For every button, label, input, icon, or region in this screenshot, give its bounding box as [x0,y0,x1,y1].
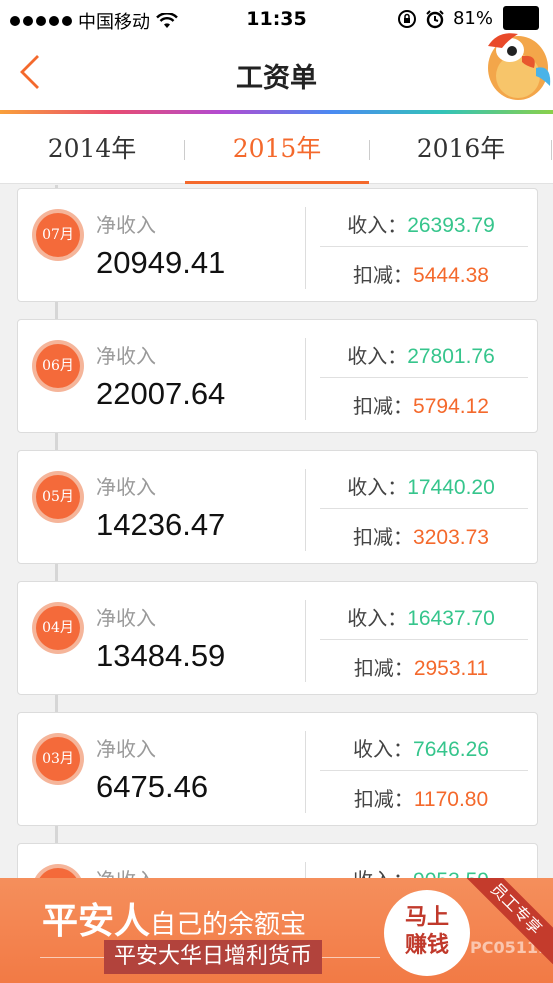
net-income-label: 净收入 [96,737,156,761]
month-badge: 06月 [32,340,84,392]
income-row: 收入：16437.70 [347,606,495,630]
income-value: 16437.70 [407,607,495,630]
deduction-value: 5444.38 [413,264,489,287]
horizontal-divider [320,770,528,771]
income-value: 7646.26 [413,738,489,761]
net-income-value: 14236.47 [96,507,226,542]
net-income-value: 20949.41 [96,245,226,280]
banner-subline: 平安大华日增利货币 [104,940,323,974]
salary-list[interactable]: 07月 净收入 20949.41 收入：26393.79 扣减：5444.38 … [0,185,553,885]
month-badge: 07月 [32,209,84,261]
deduction-value: 3203.73 [413,526,489,549]
tab-2015[interactable]: 2015年 [185,114,369,184]
net-income-value: 13484.59 [96,638,226,673]
net-income-value: 6475.46 [96,769,209,804]
tab-2014[interactable]: 2014年 [0,114,184,184]
nav-header: 工资单 [0,33,553,110]
ad-banner[interactable]: 平安人自己的余额宝 平安大华日增利货币 马上 赚钱 PC0511.COM 员工专… [0,878,553,983]
salary-card[interactable]: 04月 净收入 13484.59 收入：16437.70 扣减：2953.11 [17,581,538,695]
income-value: 26393.79 [407,214,495,237]
deduction-row: 扣减：5444.38 [353,263,489,287]
parrot-mascot-icon[interactable] [478,6,553,106]
horizontal-divider [320,508,528,509]
income-row: 收入：7646.26 [353,737,489,761]
earn-now-button[interactable]: 马上 赚钱 [384,890,470,976]
deduction-value: 2953.11 [413,657,489,680]
salary-card[interactable]: 06月 净收入 22007.64 收入：27801.76 扣减：5794.12 [17,319,538,433]
tab-divider [551,140,552,160]
status-bar: 中国移动 11:35 81% [0,0,553,38]
net-income-label: 净收入 [96,344,156,368]
deduction-value: 5794.12 [413,395,489,418]
income-row: 收入：27801.76 [347,344,495,368]
salary-card[interactable]: 05月 净收入 14236.47 收入：17440.20 扣减：3203.73 [17,450,538,564]
deduction-row: 扣减：2953.11 [353,656,489,680]
net-income-label: 净收入 [96,606,156,630]
deduction-row: 扣减：1170.80 [353,787,489,811]
salary-card[interactable]: 07月 净收入 20949.41 收入：26393.79 扣减：5444.38 [17,188,538,302]
tab-2016[interactable]: 2016年 [369,114,553,184]
net-income-value: 22007.64 [96,376,226,411]
page-title: 工资单 [236,63,317,94]
income-value: 17440.20 [407,476,495,499]
deduction-row: 扣减：3203.73 [353,525,489,549]
year-tabs: 2014年 2015年 2016年 [0,114,553,184]
deduction-row: 扣减：5794.12 [353,394,489,418]
rotation-lock-icon [397,9,416,28]
horizontal-divider [320,639,528,640]
month-badge: 05月 [32,471,84,523]
month-badge: 03月 [32,733,84,785]
income-value: 27801.76 [407,345,495,368]
income-row: 收入：26393.79 [347,213,495,237]
banner-headline: 平安人自己的余额宝 [42,901,307,942]
net-income-label: 净收入 [96,213,156,237]
net-income-label: 净收入 [96,475,156,499]
deduction-value: 1170.80 [413,788,489,811]
month-badge: 04月 [32,602,84,654]
alarm-icon [426,9,444,28]
horizontal-divider [320,246,528,247]
salary-card[interactable]: 03月 净收入 6475.46 收入：7646.26 扣减：1170.80 [17,712,538,826]
horizontal-divider [320,377,528,378]
income-row: 收入：17440.20 [347,475,495,499]
